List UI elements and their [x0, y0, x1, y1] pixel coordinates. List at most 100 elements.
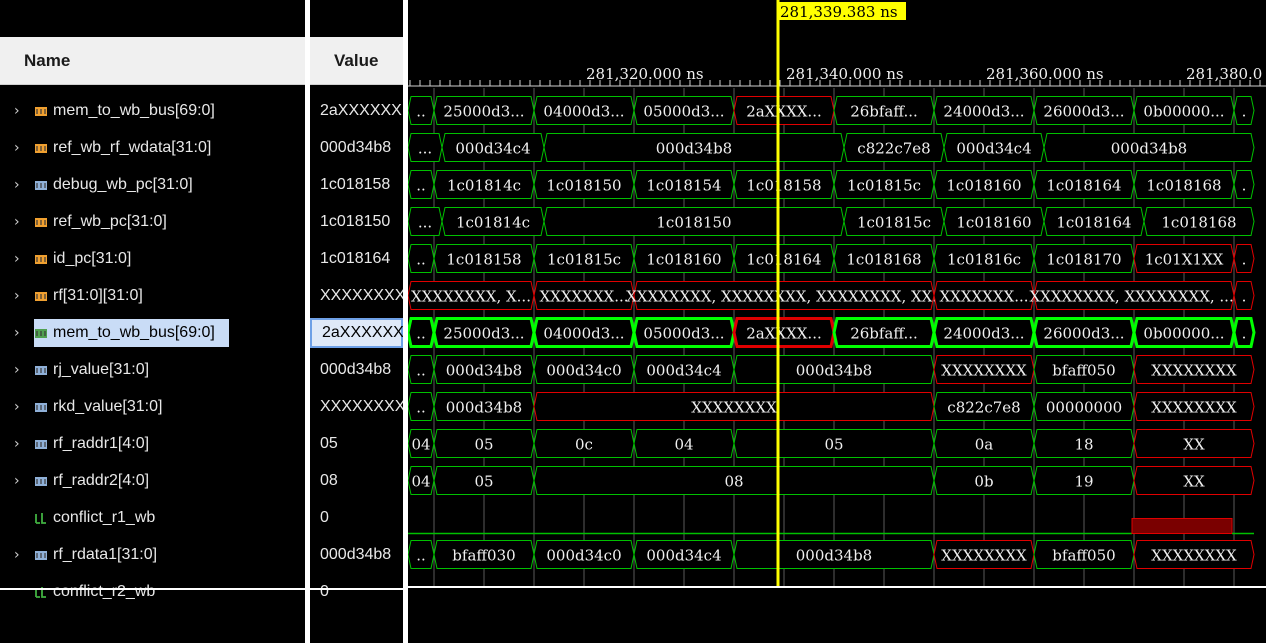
signal-value[interactable]: 1c018150 [310, 203, 403, 240]
waveform-canvas[interactable]: 281,320.000 ns 281,340.000 ns 281,360.000 … [408, 0, 1266, 643]
signal-label[interactable]: debug_wb_pc[31:0] [34, 174, 197, 196]
signal-row[interactable]: › rf_raddr1[4:0] [0, 425, 153, 462]
value-column-header[interactable]: Value [310, 37, 403, 85]
signal-value[interactable]: 08 [310, 462, 403, 499]
signal-value[interactable]: 2aXXXXXX [310, 92, 403, 129]
bus-value-label: 0b [974, 473, 993, 491]
bus-value-label: 04000d3... [543, 103, 624, 121]
signal-value[interactable]: 0 [310, 573, 403, 610]
signal-row[interactable]: › rf_raddr2[4:0] [0, 462, 153, 499]
signal-label[interactable]: rf_raddr2[4:0] [34, 470, 153, 492]
signal-label[interactable]: mem_to_wb_bus[69:0] [34, 318, 229, 347]
bus-icon-orange [34, 141, 48, 155]
bus-value-label: 05 [474, 436, 493, 454]
expand-chevron-icon[interactable]: › [14, 547, 28, 563]
expand-chevron-icon[interactable]: › [14, 399, 28, 415]
bus-value-label: . [1242, 325, 1247, 343]
expand-chevron-icon[interactable]: › [14, 140, 28, 156]
bus-value-label: 1c01815c [547, 251, 621, 269]
signal-row[interactable]: › ref_wb_rf_wdata[31:0] [0, 129, 215, 166]
signal-row[interactable]: › rf_rdata1[31:0] [0, 536, 161, 573]
bus-value-label: 1c018164 [1046, 177, 1121, 195]
signal-label[interactable]: id_pc[31:0] [34, 248, 135, 270]
waveform-pane[interactable]: 281,320.000 ns 281,340.000 ns 281,360.000 … [408, 0, 1266, 643]
bus-value-label: XXXXXXX... [539, 288, 628, 306]
bus-value-label: 24000d3... [943, 103, 1024, 121]
bus-value-label: 000d34c4 [646, 362, 721, 380]
signal-row[interactable]: › debug_wb_pc[31:0] [0, 166, 197, 203]
bus-value-label: 00000000 [1046, 399, 1122, 417]
signal-name: rj_value[31:0] [53, 360, 150, 378]
signal-label[interactable]: conflict_r2_wb [34, 581, 159, 603]
signal-label[interactable]: ref_wb_pc[31:0] [34, 211, 171, 233]
waveform-bottom-area [408, 586, 1266, 643]
signal-label[interactable]: rkd_value[31:0] [34, 396, 166, 418]
signal-label[interactable]: conflict_r1_wb [34, 507, 159, 529]
signal-label[interactable]: rf_raddr1[4:0] [34, 433, 153, 455]
bus-value-label: 04000d3... [543, 325, 624, 343]
signal-row[interactable]: › mem_to_wb_bus[69:0] [0, 92, 219, 129]
signal-name: mem_to_wb_bus[69:0] [53, 101, 215, 119]
bus-value-label: 000d34b8 [446, 362, 522, 380]
bus-value-label: . [1242, 288, 1247, 306]
signal-name: rf_rdata1[31:0] [53, 545, 158, 563]
signal-label[interactable]: ref_wb_rf_wdata[31:0] [34, 137, 215, 159]
signal-row[interactable]: › id_pc[31:0] [0, 240, 135, 277]
bus-value-label: c822c7e8 [857, 140, 930, 158]
signal-value[interactable]: 000d34b8 [310, 351, 403, 388]
bus-value-label: XXXXXXXX [941, 547, 1027, 565]
expand-chevron-icon[interactable]: › [14, 362, 28, 378]
signal-row[interactable]: › ref_wb_pc[31:0] [0, 203, 171, 240]
bus-value-label: .. [416, 362, 426, 380]
bus-value-label: 1c018168 [1146, 177, 1221, 195]
bus-value-label: XXXXXXXX [1151, 399, 1237, 417]
values-pane: Value 2aXXXXXX 000d34b8 1c018158 1c018150 1c… [310, 0, 403, 643]
signal-row[interactable]: › conflict_r1_wb [0, 499, 159, 536]
signal-label[interactable]: mem_to_wb_bus[69:0] [34, 100, 219, 122]
signal-label[interactable]: rj_value[31:0] [34, 359, 153, 381]
bus-icon-blue [34, 363, 48, 377]
signal-name: rf[31:0][31:0] [53, 286, 143, 304]
signal-value[interactable]: 000d34b8 [310, 536, 403, 573]
bus-value-label: 000d34c0 [546, 547, 621, 565]
signal-name: debug_wb_pc[31:0] [53, 175, 193, 193]
bus-value-label: 26000d3... [1043, 325, 1124, 343]
bus-value-label: .. [416, 325, 426, 343]
bus-value-label: 05000d3... [643, 103, 724, 121]
signal-row[interactable]: › conflict_r2_wb [0, 573, 159, 610]
signal-label[interactable]: rf[31:0][31:0] [34, 285, 147, 307]
bus-value-label: 1c018160 [956, 214, 1031, 232]
signal-label[interactable]: rf_rdata1[31:0] [34, 544, 161, 566]
name-column-header[interactable]: Name [0, 37, 305, 85]
signal-value[interactable]: 2aXXXXXX [310, 318, 403, 348]
bus-value-label: 26bfaff... [850, 325, 918, 343]
expand-chevron-icon[interactable]: › [14, 177, 28, 193]
signal-value[interactable]: XXXXXXXX [310, 277, 403, 314]
bus-value-label: 000d34b8 [796, 547, 872, 565]
signal-row[interactable]: › rkd_value[31:0] [0, 388, 166, 425]
bus-value-label: 000d34c0 [546, 362, 621, 380]
signal-value[interactable]: XXXXXXXX [310, 388, 403, 425]
bus-value-label: 1c018150 [546, 177, 621, 195]
expand-chevron-icon: › [14, 510, 28, 526]
expand-chevron-icon[interactable]: › [14, 214, 28, 230]
signal-row[interactable]: › rf[31:0][31:0] [0, 277, 147, 314]
expand-chevron-icon[interactable]: › [14, 436, 28, 452]
expand-chevron-icon[interactable]: › [14, 103, 28, 119]
bus-value-label: 1c01816c [947, 251, 1021, 269]
expand-chevron-icon[interactable]: › [14, 251, 28, 267]
expand-chevron-icon[interactable]: › [14, 288, 28, 304]
signal-value[interactable]: 1c018158 [310, 166, 403, 203]
expand-chevron-icon[interactable]: › [14, 325, 28, 341]
bus-value-label: 000d34c4 [956, 140, 1031, 158]
expand-chevron-icon[interactable]: › [14, 473, 28, 489]
signal-value[interactable]: 000d34b8 [310, 129, 403, 166]
signal-row[interactable]: › rj_value[31:0] [0, 351, 153, 388]
bus-value-label: 26bfaff... [850, 103, 918, 121]
bus-value-label: 08 [724, 473, 743, 491]
signal-row[interactable]: › mem_to_wb_bus[69:0] [0, 314, 229, 351]
signal-value[interactable]: 05 [310, 425, 403, 462]
signal-value[interactable]: 0 [310, 499, 403, 536]
signal-name: conflict_r2_wb [53, 582, 156, 600]
signal-value[interactable]: 1c018164 [310, 240, 403, 277]
